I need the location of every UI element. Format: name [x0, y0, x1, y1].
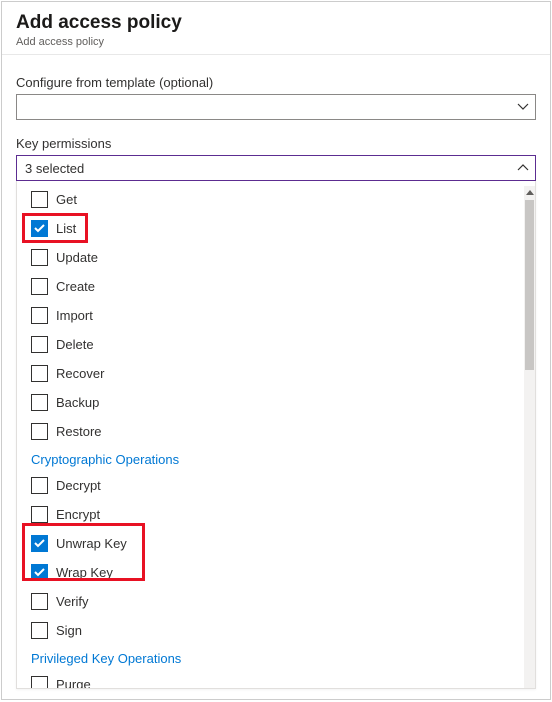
checkbox-recover[interactable]	[31, 365, 48, 382]
checkbox-verify[interactable]	[31, 593, 48, 610]
option-verify[interactable]: Verify	[31, 587, 523, 616]
checkbox-create[interactable]	[31, 278, 48, 295]
option-label: Get	[56, 192, 77, 207]
add-access-policy-panel: Add access policy Add access policy Conf…	[1, 1, 551, 700]
option-label: Restore	[56, 424, 102, 439]
checkbox-wrap-key[interactable]	[31, 564, 48, 581]
chevron-down-icon	[517, 101, 529, 113]
scroll-up-icon[interactable]	[524, 186, 535, 198]
section-privileged: Privileged Key Operations	[31, 645, 523, 670]
option-sign[interactable]: Sign	[31, 616, 523, 645]
template-field-label: Configure from template (optional)	[16, 75, 536, 90]
option-label: Wrap Key	[56, 565, 113, 580]
option-list[interactable]: List	[31, 214, 523, 243]
option-label: Purge	[56, 677, 91, 688]
panel-body: Configure from template (optional) Key p…	[2, 55, 550, 689]
option-delete[interactable]: Delete	[31, 330, 523, 359]
option-purge[interactable]: Purge	[31, 670, 523, 688]
template-select[interactable]	[16, 94, 536, 120]
panel-header: Add access policy Add access policy	[2, 2, 550, 55]
checkbox-decrypt[interactable]	[31, 477, 48, 494]
option-unwrap-key[interactable]: Unwrap Key	[31, 529, 523, 558]
option-label: Verify	[56, 594, 89, 609]
page-title: Add access policy	[16, 12, 536, 34]
option-label: Delete	[56, 337, 94, 352]
option-label: Sign	[56, 623, 82, 638]
option-decrypt[interactable]: Decrypt	[31, 471, 523, 500]
key-permissions-select[interactable]: 3 selected	[16, 155, 536, 181]
option-update[interactable]: Update	[31, 243, 523, 272]
key-permissions-label: Key permissions	[16, 136, 536, 151]
option-restore[interactable]: Restore	[31, 417, 523, 446]
checkbox-list[interactable]	[31, 220, 48, 237]
option-label: Encrypt	[56, 507, 100, 522]
checkbox-import[interactable]	[31, 307, 48, 324]
chevron-up-icon	[517, 162, 529, 174]
scrollbar[interactable]	[524, 186, 535, 688]
option-label: Decrypt	[56, 478, 101, 493]
section-cryptographic: Cryptographic Operations	[31, 446, 523, 471]
checkbox-restore[interactable]	[31, 423, 48, 440]
option-label: Create	[56, 279, 95, 294]
option-label: Unwrap Key	[56, 536, 127, 551]
scrollbar-thumb[interactable]	[525, 200, 534, 370]
checkbox-delete[interactable]	[31, 336, 48, 353]
option-recover[interactable]: Recover	[31, 359, 523, 388]
checkbox-sign[interactable]	[31, 622, 48, 639]
key-permissions-dropdown: Get List Update Create Import	[16, 181, 536, 689]
option-label: Backup	[56, 395, 99, 410]
checkbox-encrypt[interactable]	[31, 506, 48, 523]
checkbox-unwrap-key[interactable]	[31, 535, 48, 552]
option-label: List	[56, 221, 76, 236]
checkbox-update[interactable]	[31, 249, 48, 266]
option-encrypt[interactable]: Encrypt	[31, 500, 523, 529]
option-import[interactable]: Import	[31, 301, 523, 330]
dropdown-scroll-area: Get List Update Create Import	[17, 181, 523, 688]
option-label: Update	[56, 250, 98, 265]
checkbox-get[interactable]	[31, 191, 48, 208]
key-permissions-summary: 3 selected	[25, 161, 84, 176]
option-get[interactable]: Get	[31, 185, 523, 214]
option-create[interactable]: Create	[31, 272, 523, 301]
checkbox-purge[interactable]	[31, 676, 48, 688]
option-label: Recover	[56, 366, 104, 381]
option-label: Import	[56, 308, 93, 323]
checkbox-backup[interactable]	[31, 394, 48, 411]
option-wrap-key[interactable]: Wrap Key	[31, 558, 523, 587]
option-backup[interactable]: Backup	[31, 388, 523, 417]
page-subtitle: Add access policy	[16, 36, 536, 48]
